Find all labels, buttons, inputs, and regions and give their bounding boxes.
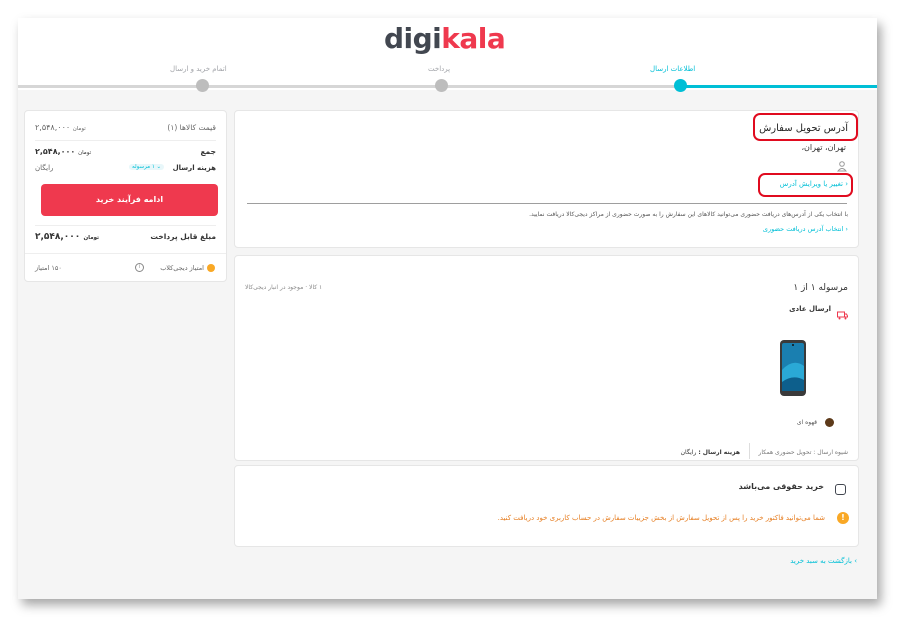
address-city: تهران، تهران، (801, 143, 846, 152)
shipment-info: ۱ کالا · موجود در انبار دیجی‌کالا (245, 284, 323, 291)
legal-purchase-card: خرید حقوقی می‌باشد ! شما می‌توانید فاکتو… (234, 465, 859, 547)
legal-purchase-label[interactable]: خرید حقوقی می‌باشد (739, 482, 824, 491)
info-icon[interactable]: i (135, 263, 144, 272)
header: digikala اطلاعات ارسال پرداخت اتمام خرید… (18, 18, 877, 92)
delivery-method: شیوه ارسال : تحویل حضوری همکار (758, 449, 848, 456)
step-line-active (680, 85, 877, 88)
club-points: ۱۵۰ امتیاز (35, 264, 62, 272)
step-dot-finish (196, 79, 209, 92)
payable-price: تومان ۲,۵۴۸,۰۰۰ (35, 232, 99, 242)
payable-price-unit: تومان (83, 235, 100, 241)
club-coin-icon (207, 264, 215, 272)
divider (35, 225, 216, 226)
color-swatch (825, 418, 834, 427)
back-to-cart-link[interactable]: › بازگشت به سبد خرید (790, 557, 857, 565)
payable-label: مبلغ قابل پرداخت (150, 232, 216, 241)
checkout-steps: اطلاعات ارسال پرداخت اتمام خرید و ارسال (18, 60, 877, 92)
logo-text-a: digi (384, 22, 442, 55)
checkout-page: digikala اطلاعات ارسال پرداخت اتمام خرید… (18, 18, 877, 599)
pickup-link[interactable]: ‹ انتخاب آدرس دریافت حضوری (763, 225, 848, 233)
highlight-edit-link (758, 173, 853, 197)
color-name: قهوه ای (796, 419, 817, 426)
payable-price-value: ۲,۵۴۸,۰۰۰ (35, 232, 81, 242)
legal-purchase-checkbox[interactable] (835, 484, 846, 495)
info-icon: ! (837, 512, 849, 524)
divider (35, 140, 216, 141)
product-image[interactable] (779, 340, 807, 396)
total-price-unit: تومان (78, 150, 92, 156)
chevron-left-icon: ‹ (843, 225, 848, 233)
address-card: آدرس تحویل سفارش تهران، تهران، ‹ تغییر ی… (234, 110, 859, 248)
divider (247, 203, 847, 204)
back-to-cart-label: بازگشت به سبد خرید (790, 557, 852, 565)
step-label-finish[interactable]: اتمام خرید و ارسال (170, 65, 227, 73)
shipment-count: ۱ کالا (309, 284, 323, 291)
shipment-count-badge-label: ۱ مرسوله (132, 164, 155, 170)
total-label: جمع (200, 147, 216, 156)
shipping-method: ارسال عادی (789, 305, 831, 313)
invoice-note: شما می‌توانید فاکتور خرید را پس از تحویل… (497, 514, 825, 522)
items-price-label: قیمت کالاها (۱) (167, 123, 216, 132)
chevron-down-icon: ⌄ (154, 164, 162, 170)
items-price: تومان ۲,۵۴۸,۰۰۰ (35, 123, 86, 132)
step-dot-shipping (674, 79, 687, 92)
shipping-cost: هزینه ارسال : رایگان (681, 449, 740, 456)
digikala-logo[interactable]: digikala (384, 22, 506, 56)
shipping-value: رایگان (35, 164, 54, 172)
shipping-cost-label: هزینه ارسال : (698, 449, 740, 456)
logo-text-b: kala (441, 22, 506, 55)
continue-button[interactable]: ادامه فرآیند خرید (41, 184, 218, 216)
shipment-count-badge[interactable]: ⌄ ۱ مرسوله (129, 164, 165, 170)
pickup-note: با انتخاب یکی از آدرس‌های دریافت حضوری م… (529, 211, 848, 218)
highlight-heading (753, 113, 858, 141)
pickup-link-label: انتخاب آدرس دریافت حضوری (762, 225, 844, 233)
shipping-cost-value: رایگان (680, 449, 697, 456)
shipment-availability: موجود در انبار دیجی‌کالا (245, 284, 304, 291)
total-price-value: ۲,۵۴۸,۰۰۰ (35, 147, 76, 156)
step-dot-payment (435, 79, 448, 92)
shipment-title: مرسوله ۱ از ۱ (793, 283, 848, 293)
items-price-value: ۲,۵۴۸,۰۰۰ (35, 123, 71, 132)
step-line (18, 85, 202, 88)
step-label-shipping[interactable]: اطلاعات ارسال (650, 65, 695, 73)
club-label: امتیاز دیجی‌کلاب (160, 264, 204, 272)
total-price: تومان ۲,۵۴۸,۰۰۰ (35, 147, 91, 156)
step-label-payment[interactable]: پرداخت (428, 65, 450, 73)
divider (25, 253, 226, 254)
items-price-unit: تومان (72, 126, 86, 132)
divider (749, 443, 750, 459)
user-icon (836, 157, 848, 172)
shipment-card: مرسوله ۱ از ۱ ۱ کالا · موجود در انبار دی… (234, 255, 859, 461)
chevron-right-icon: › (851, 557, 857, 565)
order-summary: قیمت کالاها (۱) تومان ۲,۵۴۸,۰۰۰ جمع توما… (24, 110, 227, 282)
shipping-label: هزینه ارسال (172, 164, 216, 172)
truck-icon (837, 305, 848, 320)
